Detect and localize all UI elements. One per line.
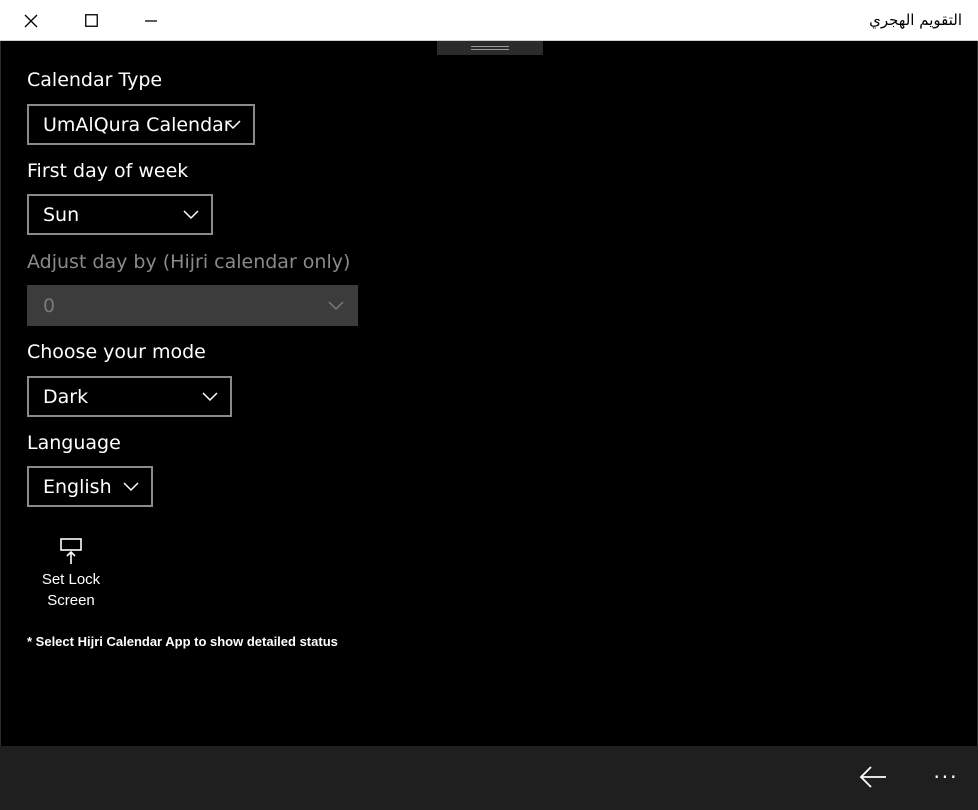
language-dropdown[interactable]: English (27, 466, 153, 507)
chevron-down-icon (225, 119, 241, 129)
back-arrow-icon (859, 766, 886, 788)
status-note: * Select Hijri Calendar App to show deta… (27, 634, 338, 649)
set-lock-screen-button[interactable]: Set Lock Screen (27, 535, 115, 615)
mode-label: Choose your mode (27, 341, 206, 363)
adjust-day-value: 0 (43, 294, 56, 317)
chevron-down-icon (183, 209, 199, 219)
set-lock-screen-label-line1: Set Lock (41, 571, 101, 588)
first-day-label: First day of week (27, 160, 189, 182)
window-title: التقويم الهجري (869, 11, 962, 29)
first-day-dropdown[interactable]: Sun (27, 194, 213, 235)
app-bar: ··· (0, 746, 978, 810)
mode-value: Dark (43, 385, 89, 408)
calendar-type-label: Calendar Type (27, 69, 163, 91)
title-bar: التقويم الهجري (0, 0, 978, 41)
language-value: English (43, 475, 112, 498)
chevron-down-icon (123, 481, 139, 491)
close-button[interactable] (1, 0, 61, 41)
more-options-button[interactable]: ··· (924, 752, 968, 802)
drag-handle[interactable] (437, 41, 543, 55)
minimize-button[interactable] (121, 0, 181, 41)
mode-dropdown[interactable]: Dark (27, 376, 232, 417)
back-button[interactable] (848, 752, 898, 802)
more-icon: ··· (933, 765, 959, 789)
calendar-type-dropdown[interactable]: UmAlQura Calendar (27, 104, 255, 145)
chevron-down-icon (328, 300, 344, 310)
maximize-icon (84, 14, 98, 27)
chevron-down-icon (202, 391, 218, 401)
maximize-button[interactable] (61, 0, 121, 41)
window-frame (0, 41, 978, 810)
close-icon (24, 14, 38, 27)
calendar-type-value: UmAlQura Calendar (43, 113, 232, 136)
adjust-day-dropdown: 0 (27, 285, 358, 326)
lock-screen-icon (60, 538, 82, 564)
minimize-icon (145, 19, 157, 22)
first-day-value: Sun (43, 203, 80, 226)
set-lock-screen-label-line2: Screen (47, 592, 95, 609)
adjust-day-label: Adjust day by (Hijri calendar only) (27, 251, 351, 273)
language-label: Language (27, 432, 121, 454)
